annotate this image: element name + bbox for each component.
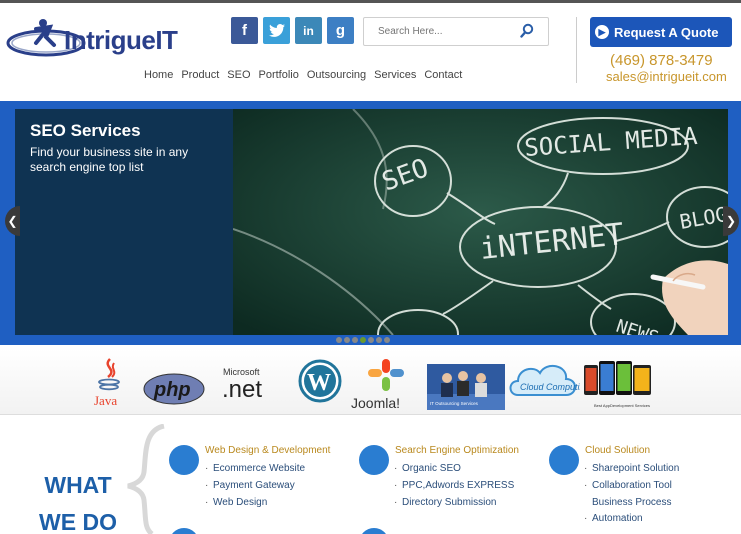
curly-brace-icon: [127, 424, 165, 534]
email-address[interactable]: sales@intrigueit.com: [606, 69, 727, 84]
google-plus-icon[interactable]: g: [327, 17, 354, 44]
main-nav: Home Product SEO Portfolio Outsourcing S…: [144, 69, 470, 81]
wordpress-logo: W: [298, 359, 342, 408]
cloud-computing-text: Cloud Computing: [520, 382, 580, 392]
logo-text: IntrigueIT: [64, 25, 178, 55]
nav-seo[interactable]: SEO: [227, 69, 250, 81]
service-link[interactable]: Web Design: [205, 497, 267, 508]
java-logo-text: Java: [94, 393, 117, 408]
slider-dot[interactable]: [376, 337, 382, 343]
service-icon-web-design: [169, 445, 199, 475]
nav-product[interactable]: Product: [181, 69, 219, 81]
slide-title: SEO Services: [30, 121, 141, 140]
slider-dot[interactable]: [384, 337, 390, 343]
hero-slider: SEO Services Find your business site in …: [0, 101, 741, 345]
service-link[interactable]: Payment Gateway: [205, 480, 295, 491]
what-we-do-line1: WHAT: [44, 472, 112, 498]
wordpress-logo-text: W: [307, 370, 331, 396]
nav-services[interactable]: Services: [374, 69, 416, 81]
slider-dot-active[interactable]: [360, 337, 366, 343]
linkedin-icon[interactable]: in: [295, 17, 322, 44]
dotnet-logo-text: .net: [222, 376, 262, 401]
chalkboard-image: SOCIAL MEDIA SEO iNTERNET BLOG NEWS: [232, 109, 728, 335]
service-link[interactable]: Business Process: [592, 497, 671, 508]
outsourcing-image-text: IT Outsourcing Services: [430, 401, 479, 406]
service-heading-seo[interactable]: Search Engine Optimization: [395, 445, 519, 456]
header-divider: [576, 17, 577, 83]
twitter-icon[interactable]: [263, 17, 290, 44]
slider-dot[interactable]: [336, 337, 342, 343]
app-development-image: Best AppDevelopment Services: [582, 359, 654, 416]
slider-dot[interactable]: [344, 337, 350, 343]
outsourcing-image: IT Outsourcing Services: [427, 364, 505, 415]
service-link[interactable]: Ecommerce Website: [205, 463, 305, 474]
search-input[interactable]: [364, 18, 514, 45]
service-icon-next-row: [359, 528, 389, 534]
phone-number[interactable]: (469) 878-3479: [610, 52, 713, 69]
service-heading-cloud[interactable]: Cloud Solution: [585, 445, 650, 456]
joomla-logo-text: Joomla!: [351, 395, 400, 411]
what-we-do-title: WHAT WE DO: [30, 467, 126, 534]
nav-contact[interactable]: Contact: [424, 69, 462, 81]
java-logo: Java: [92, 355, 126, 414]
service-link[interactable]: Sharepoint Solution: [584, 463, 679, 474]
nav-home[interactable]: Home: [144, 69, 173, 81]
app-development-text: Best AppDevelopment Services: [594, 403, 650, 408]
service-link[interactable]: Organic SEO: [394, 463, 461, 474]
php-logo: php: [143, 373, 205, 410]
slider-dot[interactable]: [368, 337, 374, 343]
service-link[interactable]: PPC,Adwords EXPRESS: [394, 480, 514, 491]
php-logo-text: php: [153, 379, 191, 401]
slide: SEO Services Find your business site in …: [15, 109, 728, 335]
search-box: [363, 17, 549, 46]
top-border: [0, 0, 741, 3]
service-link[interactable]: Collaboration Tool: [584, 480, 672, 491]
service-heading-web-design[interactable]: Web Design & Development: [205, 445, 330, 456]
service-icon-seo: [359, 445, 389, 475]
site-logo[interactable]: IntrigueIT: [6, 17, 178, 61]
nav-outsourcing[interactable]: Outsourcing: [307, 69, 366, 81]
request-quote-button[interactable]: ▶ Request A Quote: [590, 17, 732, 47]
dotnet-logo: Microsoft .net: [222, 365, 282, 406]
social-links: f in g: [231, 17, 354, 44]
request-quote-label: Request A Quote: [614, 24, 719, 40]
service-icon-cloud: [549, 445, 579, 475]
service-link[interactable]: Automation: [584, 513, 643, 524]
cloud-computing-logo: Cloud Computing: [506, 357, 590, 412]
arrow-right-icon: ▶: [595, 25, 609, 39]
what-we-do-line2: WE DO: [39, 509, 117, 534]
slider-dots: [336, 337, 390, 343]
slider-dot[interactable]: [352, 337, 358, 343]
facebook-icon[interactable]: f: [231, 17, 258, 44]
service-link[interactable]: Directory Submission: [394, 497, 497, 508]
search-icon[interactable]: [520, 23, 534, 39]
joomla-logo: Joomla!: [350, 357, 424, 416]
nav-portfolio[interactable]: Portfolio: [259, 69, 299, 81]
slide-subtitle: Find your business site in any search en…: [30, 145, 189, 174]
slide-caption-panel: SEO Services Find your business site in …: [15, 109, 233, 335]
